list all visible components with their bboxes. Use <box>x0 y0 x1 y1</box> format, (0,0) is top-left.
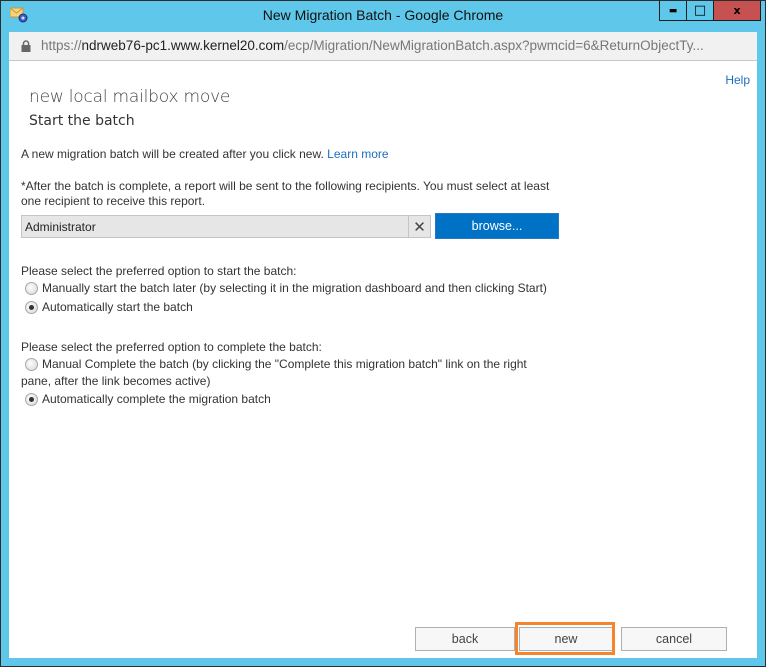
maximize-icon: □ <box>693 3 707 18</box>
clear-icon: ✕ <box>413 217 426 236</box>
url-host: ndrweb76-pc1.www.kernel20.com <box>81 38 285 53</box>
complete-section-label: Please select the preferred option to co… <box>21 340 322 354</box>
back-button[interactable]: back <box>415 627 515 651</box>
page-content: Help new local mailbox move Start the ba… <box>9 61 757 658</box>
start-option-manual-label: Manually start the batch later (by selec… <box>42 281 547 295</box>
page-title: new local mailbox move <box>29 87 231 107</box>
browser-window: New Migration Batch - Google Chrome ▬ □ … <box>0 0 766 667</box>
maximize-button[interactable]: □ <box>687 1 714 21</box>
url-path: /ecp/Migration/NewMigrationBatch.aspx?pw… <box>284 38 704 53</box>
window-title: New Migration Batch - Google Chrome <box>262 7 504 23</box>
report-text-line1: *After the batch is complete, a report w… <box>21 179 550 193</box>
lock-icon <box>21 40 31 52</box>
minimize-button[interactable]: ▬ <box>659 1 687 21</box>
complete-option-manual-label: Manual Complete the batch (by clicking t… <box>42 357 527 371</box>
start-option-auto[interactable]: Automatically start the batch <box>25 300 193 314</box>
start-option-auto-label: Automatically start the batch <box>42 300 193 314</box>
new-button-highlight <box>515 622 615 655</box>
recipient-value: Administrator <box>25 220 96 234</box>
radio-start-auto[interactable] <box>25 301 38 314</box>
radio-complete-manual[interactable] <box>25 358 38 371</box>
help-link[interactable]: Help <box>725 73 750 87</box>
intro-message: A new migration batch will be created af… <box>21 147 324 161</box>
close-button[interactable]: x <box>714 1 761 21</box>
title-bar: New Migration Batch - Google Chrome ▬ □ … <box>1 1 765 31</box>
complete-option-manual-label-cont: pane, after the link becomes active) <box>21 374 211 388</box>
url-text[interactable]: https://ndrweb76-pc1.www.kernel20.com/ec… <box>41 38 704 53</box>
start-option-manual[interactable]: Manually start the batch later (by selec… <box>25 281 547 295</box>
complete-option-auto-label: Automatically complete the migration bat… <box>42 392 271 406</box>
radio-start-manual[interactable] <box>25 282 38 295</box>
radio-complete-auto[interactable] <box>25 393 38 406</box>
cancel-button[interactable]: cancel <box>621 627 727 651</box>
report-text-line2: one recipient to receive this report. <box>21 194 206 208</box>
clear-recipient-button[interactable]: ✕ <box>408 216 430 237</box>
start-section-label: Please select the preferred option to st… <box>21 264 297 278</box>
recipients-field[interactable]: Administrator ✕ <box>21 215 431 238</box>
browse-button[interactable]: browse... <box>435 213 559 239</box>
minimize-icon: ▬ <box>668 5 678 16</box>
page-subtitle: Start the batch <box>29 113 135 129</box>
intro-text: A new migration batch will be created af… <box>21 147 389 161</box>
complete-option-auto[interactable]: Automatically complete the migration bat… <box>25 392 271 406</box>
address-bar[interactable]: https://ndrweb76-pc1.www.kernel20.com/ec… <box>9 32 757 61</box>
complete-option-manual[interactable]: Manual Complete the batch (by clicking t… <box>25 357 527 371</box>
close-icon: x <box>733 4 741 17</box>
learn-more-link[interactable]: Learn more <box>327 147 388 161</box>
url-scheme: https:// <box>41 38 82 53</box>
